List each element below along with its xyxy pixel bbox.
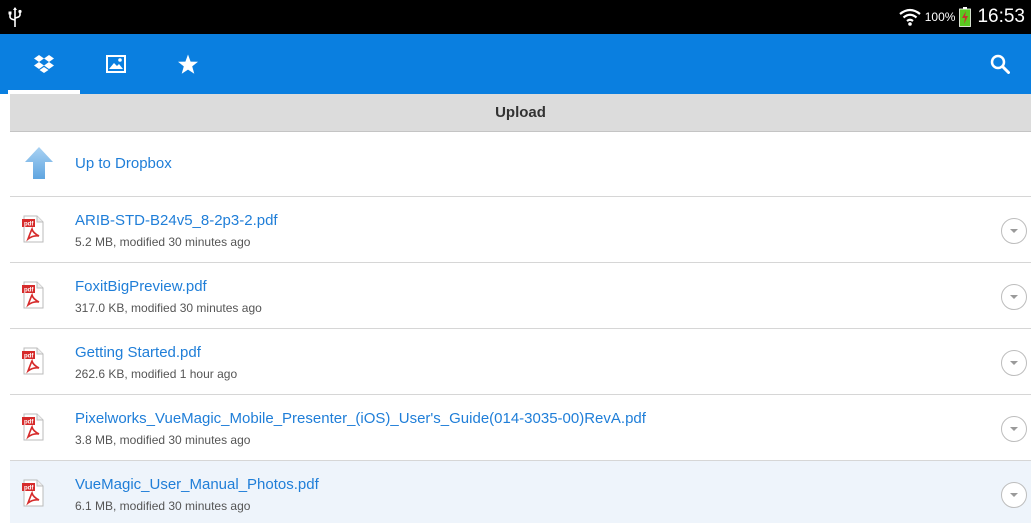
- file-options-button[interactable]: [1001, 482, 1027, 508]
- file-row[interactable]: pdf Pixelworks_VueMagic_Mobile_Presenter…: [10, 395, 1031, 461]
- tab-photos[interactable]: [80, 34, 152, 94]
- wifi-icon: [899, 8, 921, 26]
- up-arrow-icon: [25, 147, 53, 179]
- action-bar: [0, 34, 1031, 94]
- file-meta: 3.8 MB, modified 30 minutes ago: [75, 433, 251, 447]
- file-options-button[interactable]: [1001, 218, 1027, 244]
- pdf-file-icon: pdf: [22, 215, 44, 243]
- star-icon: [178, 54, 198, 74]
- file-name: FoxitBigPreview.pdf: [75, 278, 207, 295]
- file-meta: 6.1 MB, modified 30 minutes ago: [75, 499, 251, 513]
- file-options-button[interactable]: [1001, 350, 1027, 376]
- up-to-parent-row[interactable]: Up to Dropbox: [10, 132, 1031, 197]
- image-icon: [106, 55, 126, 73]
- file-meta: 5.2 MB, modified 30 minutes ago: [75, 235, 251, 249]
- dropbox-icon: [34, 55, 54, 73]
- chevron-down-icon: [1010, 229, 1018, 233]
- clock: 16:53: [977, 6, 1025, 27]
- file-name: VueMagic_User_Manual_Photos.pdf: [75, 476, 319, 493]
- pdf-file-icon: pdf: [22, 479, 44, 507]
- upload-button[interactable]: Upload: [10, 94, 1031, 132]
- file-options-button[interactable]: [1001, 284, 1027, 310]
- chevron-down-icon: [1010, 295, 1018, 299]
- up-to-dropbox-label: Up to Dropbox: [75, 155, 172, 172]
- upload-label: Upload: [495, 104, 546, 121]
- chevron-down-icon: [1010, 427, 1018, 431]
- tab-dropbox[interactable]: [8, 34, 80, 94]
- status-bar: 100% 16:53: [0, 0, 1031, 34]
- file-row[interactable]: pdf FoxitBigPreview.pdf 317.0 KB, modifi…: [10, 263, 1031, 329]
- file-name: Pixelworks_VueMagic_Mobile_Presenter_(iO…: [75, 410, 646, 427]
- battery-percent: 100%: [924, 10, 956, 24]
- file-name: Getting Started.pdf: [75, 344, 201, 361]
- tab-favorites[interactable]: [152, 34, 224, 94]
- file-name: ARIB-STD-B24v5_8-2p3-2.pdf: [75, 212, 278, 229]
- search-button[interactable]: [975, 34, 1025, 94]
- svg-text:pdf: pdf: [24, 222, 34, 228]
- pdf-file-icon: pdf: [22, 347, 44, 375]
- file-row[interactable]: pdf ARIB-STD-B24v5_8-2p3-2.pdf 5.2 MB, m…: [10, 197, 1031, 263]
- svg-text:pdf: pdf: [24, 486, 34, 492]
- file-row[interactable]: pdf VueMagic_User_Manual_Photos.pdf 6.1 …: [10, 461, 1031, 523]
- svg-text:pdf: pdf: [24, 354, 34, 360]
- usb-icon: [8, 7, 22, 27]
- search-icon: [990, 54, 1010, 74]
- file-list: Up to Dropbox pdf ARIB-STD-B24v5_8-2p3-2…: [10, 132, 1031, 523]
- pdf-file-icon: pdf: [22, 281, 44, 309]
- pdf-file-icon: pdf: [22, 413, 44, 441]
- file-meta: 262.6 KB, modified 1 hour ago: [75, 367, 238, 381]
- file-options-button[interactable]: [1001, 416, 1027, 442]
- file-meta: 317.0 KB, modified 30 minutes ago: [75, 301, 262, 315]
- chevron-down-icon: [1010, 361, 1018, 365]
- battery-charging-icon: [959, 7, 972, 27]
- file-row[interactable]: pdf Getting Started.pdf 262.6 KB, modifi…: [10, 329, 1031, 395]
- svg-text:pdf: pdf: [24, 420, 34, 426]
- chevron-down-icon: [1010, 493, 1018, 497]
- svg-text:pdf: pdf: [24, 288, 34, 294]
